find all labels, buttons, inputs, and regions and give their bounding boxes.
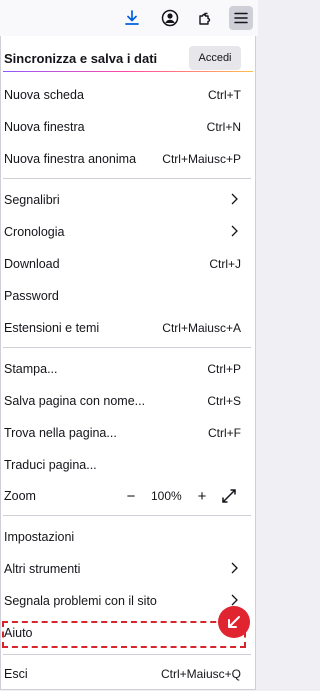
menu-item-new-window[interactable]: Nuova finestra Ctrl+N <box>1 113 255 141</box>
menu-item-label: Password <box>4 289 59 303</box>
menu-item-zoom: Zoom − 100% + <box>1 482 255 510</box>
menu-item-label: Impostazioni <box>4 530 75 544</box>
menu-item-shortcut: Ctrl+F <box>208 426 241 440</box>
browser-toolbar <box>0 0 258 36</box>
menu-item-bookmarks[interactable]: Segnalibri <box>1 186 255 214</box>
menu-item-shortcut: Ctrl+Maiusc+Q <box>160 667 241 681</box>
sync-title: Sincronizza e salva i dati <box>4 51 158 66</box>
separator <box>3 178 251 179</box>
menu-item-label: Segnalibri <box>4 193 60 207</box>
menu-item-shortcut: Ctrl+J <box>209 257 241 271</box>
signin-button[interactable]: Accedi <box>189 46 241 70</box>
menu-item-label: Download <box>4 257 60 271</box>
zoom-out-button[interactable]: − <box>121 486 141 506</box>
menu-item-shortcut: Ctrl+P <box>207 362 241 376</box>
menu-item-new-private-window[interactable]: Nuova finestra anonima Ctrl+Maiusc+P <box>1 145 255 173</box>
menu-item-label: Zoom <box>4 489 36 503</box>
menu-item-label: Cronologia <box>4 225 65 239</box>
menu-item-label: Estensioni e temi <box>4 321 100 335</box>
extensions-button[interactable] <box>194 6 218 30</box>
click-indicator <box>218 606 250 638</box>
menu-item-label: Nuova finestra anonima <box>4 152 137 166</box>
menu-item-shortcut: Ctrl+Maiusc+P <box>162 152 241 166</box>
chevron-right-icon <box>231 193 238 205</box>
menu-item-shortcut: Ctrl+T <box>208 88 241 102</box>
highlight-box <box>2 621 246 648</box>
menu-item-passwords[interactable]: Password <box>1 282 255 310</box>
fullscreen-icon <box>222 489 236 503</box>
menu-item-label: Esci <box>4 667 28 681</box>
separator <box>3 515 251 516</box>
menu-item-label: Altri strumenti <box>4 562 81 576</box>
menu-item-find[interactable]: Trova nella pagina... Ctrl+F <box>1 419 255 447</box>
zoom-level: 100% <box>151 489 182 503</box>
chevron-right-icon <box>231 594 238 606</box>
separator <box>3 347 251 348</box>
menu-item-shortcut: Ctrl+N <box>206 120 241 134</box>
menu-item-label: Segnala problemi con il sito <box>4 594 157 608</box>
account-icon <box>161 9 179 27</box>
menu-item-exit[interactable]: Esci Ctrl+Maiusc+Q <box>1 660 255 688</box>
menu-item-shortcut: Ctrl+S <box>207 394 241 408</box>
menu-item-label: Nuova finestra <box>4 120 85 134</box>
menu-item-downloads[interactable]: Download Ctrl+J <box>1 250 255 278</box>
menu-item-shortcut: Ctrl+Maiusc+A <box>162 321 241 335</box>
chevron-right-icon <box>231 562 238 574</box>
menu-item-print[interactable]: Stampa... Ctrl+P <box>1 355 255 383</box>
menu-item-report-site[interactable]: Segnala problemi con il sito <box>1 587 255 615</box>
menu-item-new-tab[interactable]: Nuova scheda Ctrl+T <box>1 81 255 109</box>
download-icon <box>125 10 139 25</box>
menu-icon <box>234 12 248 24</box>
menu-item-label: Traduci pagina... <box>4 458 97 472</box>
menu-item-history[interactable]: Cronologia <box>1 218 255 246</box>
menu-item-label: Nuova scheda <box>4 88 84 102</box>
menu-item-save-page[interactable]: Salva pagina con nome... Ctrl+S <box>1 387 255 415</box>
downloads-button[interactable] <box>120 6 144 30</box>
arrow-down-left-icon <box>228 616 240 628</box>
menu-item-translate[interactable]: Traduci pagina... <box>1 451 255 479</box>
fullscreen-button[interactable] <box>219 486 239 506</box>
menu-item-addons[interactable]: Estensioni e temi Ctrl+Maiusc+A <box>1 314 255 342</box>
app-menu-panel: Sincronizza e salva i dati Accedi Nuova … <box>0 36 256 690</box>
accent-divider <box>3 71 253 72</box>
menu-item-label: Trova nella pagina... <box>4 426 117 440</box>
menu-item-more-tools[interactable]: Altri strumenti <box>1 555 255 583</box>
extensions-icon <box>199 12 211 25</box>
zoom-in-button[interactable]: + <box>192 486 212 506</box>
menu-item-settings[interactable]: Impostazioni <box>1 523 255 551</box>
sync-row: Sincronizza e salva i dati Accedi <box>1 40 255 72</box>
menu-item-label: Salva pagina con nome... <box>4 394 146 408</box>
separator <box>3 654 251 655</box>
menu-item-label: Stampa... <box>4 362 58 376</box>
chevron-right-icon <box>231 225 238 237</box>
account-button[interactable] <box>158 6 182 30</box>
app-menu-button[interactable] <box>229 6 253 30</box>
